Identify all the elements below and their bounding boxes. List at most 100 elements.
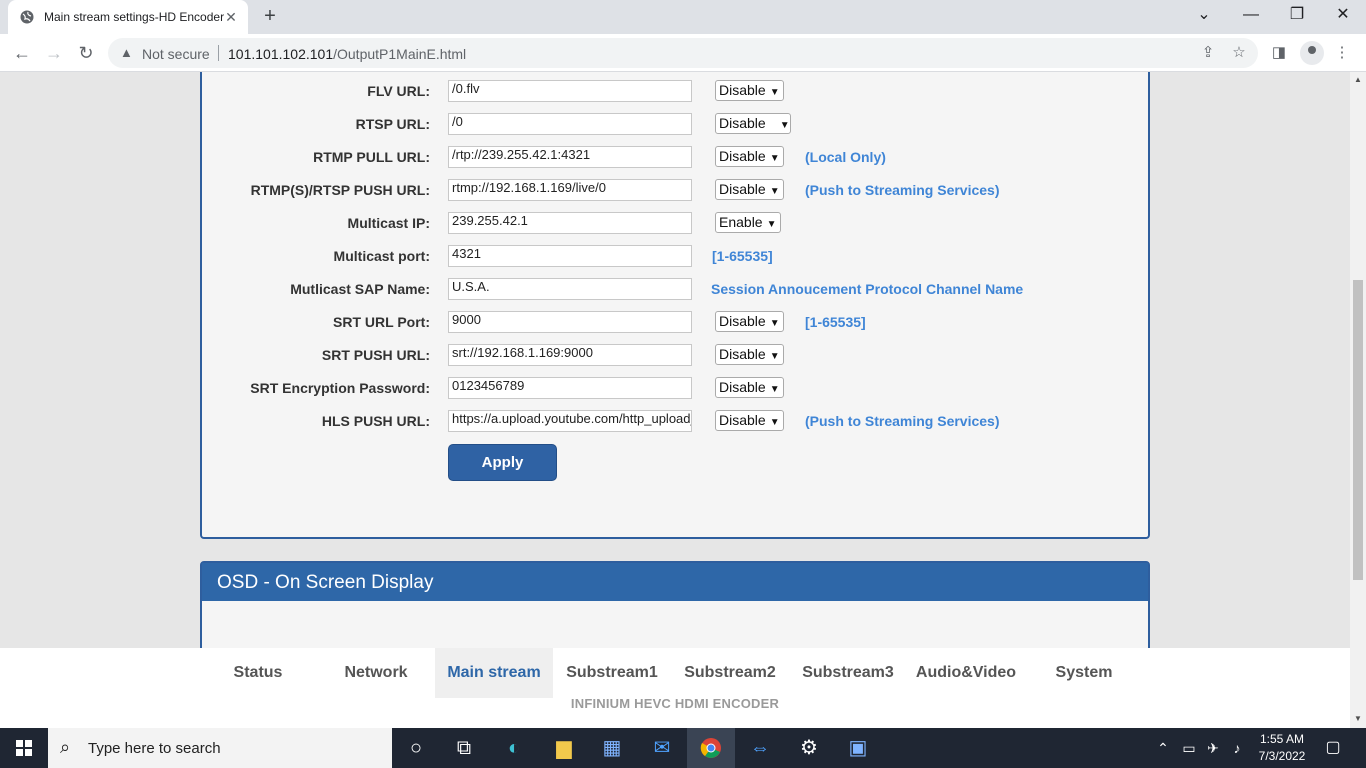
windows-logo-icon — [16, 740, 32, 756]
srt-push-url-select-value: Disable — [719, 346, 766, 362]
address-bar[interactable]: ▲ Not secure 101.101.102.101/OutputP1Mai… — [108, 38, 1258, 68]
tab-search-chevron-icon[interactable]: ⌄ — [1181, 0, 1227, 30]
store-icon[interactable]: ▦ — [588, 728, 636, 768]
rtmp-push-url-select-value: Disable — [719, 181, 766, 197]
nav-network[interactable]: Network — [317, 648, 435, 698]
cortana-icon[interactable]: ○ — [392, 728, 440, 768]
srt-push-url-select[interactable]: Disable ▼ — [715, 344, 784, 365]
multicast-ip-select[interactable]: Enable ▼ — [715, 212, 781, 233]
srt-password-select-value: Disable — [719, 379, 766, 395]
multicast-ip-label: Multicast IP: — [347, 215, 430, 231]
nav-main-stream[interactable]: Main stream — [435, 648, 553, 698]
hls-push-url-select-value: Disable — [719, 412, 766, 428]
side-panel-icon[interactable]: ◨ — [1269, 43, 1289, 63]
system-clock[interactable]: 1:55 AM 7/3/2022 — [1252, 731, 1312, 765]
browser-tab[interactable]: Main stream settings-HD Encoder ✕ — [8, 0, 248, 34]
chevron-down-icon: ▼ — [766, 219, 777, 230]
nav-substream2[interactable]: Substream2 — [671, 648, 789, 698]
multicast-ip-select-value: Enable — [719, 214, 763, 230]
url-path: /OutputP1MainE.html — [333, 46, 467, 62]
rtmp-pull-url-select[interactable]: Disable ▼ — [715, 146, 784, 167]
url-host: 101.101.102.101 — [228, 46, 334, 62]
multicast-port-input[interactable]: 4321 — [448, 245, 692, 267]
flv-url-input[interactable]: /0.flv — [448, 80, 692, 102]
srt-push-url-row: SRT PUSH URL: srt://192.168.1.169:9000 D… — [202, 344, 1152, 366]
restore-button[interactable]: ❐ — [1274, 0, 1320, 30]
chrome-logo — [700, 738, 721, 758]
hls-push-url-hint: (Push to Streaming Services) — [805, 413, 1000, 429]
rtsp-url-input[interactable]: /0 — [448, 113, 692, 135]
globe-icon — [20, 10, 34, 24]
tray-chevron-up-icon[interactable]: ⌃ — [1152, 728, 1174, 768]
srt-url-port-label: SRT URL Port: — [333, 314, 430, 330]
nav-status[interactable]: Status — [199, 648, 317, 698]
rtsp-url-select-value: Disable — [719, 115, 766, 131]
page-viewport: FLV URL: /0.flv Disable ▼ RTSP URL: /0 Di… — [0, 72, 1350, 728]
task-view-icon[interactable]: ⧉ — [440, 728, 488, 768]
minimize-button[interactable]: — — [1228, 0, 1274, 30]
srt-password-select[interactable]: Disable ▼ — [715, 377, 784, 398]
srt-password-label: SRT Encryption Password: — [250, 380, 430, 396]
flv-url-row: FLV URL: /0.flv Disable ▼ — [202, 80, 1152, 102]
search-icon: ⌕ — [60, 737, 71, 757]
scroll-down-arrow-icon[interactable]: ▼ — [1353, 714, 1363, 723]
flv-url-select[interactable]: Disable ▼ — [715, 80, 784, 101]
srt-password-input[interactable]: 0123456789 — [448, 377, 692, 399]
teamviewer-icon[interactable]: ⇔ — [736, 728, 784, 768]
srt-url-port-hint: [1-65535] — [805, 314, 866, 330]
multicast-sap-name-input[interactable]: U.S.A. — [448, 278, 692, 300]
notifications-icon[interactable]: ▢ — [1320, 728, 1346, 768]
bookmark-star-icon[interactable]: ☆ — [1229, 43, 1249, 63]
close-window-button[interactable]: ✕ — [1320, 0, 1366, 30]
hls-push-url-input[interactable]: https://a.upload.youtube.com/http_upload… — [448, 410, 692, 432]
url-text[interactable]: 101.101.102.101/OutputP1MainE.html — [228, 46, 466, 62]
scroll-up-arrow-icon[interactable]: ▲ — [1353, 75, 1363, 84]
rtsp-url-select[interactable]: Disable ▼ — [715, 113, 791, 134]
multicast-sap-name-label: Mutlicast SAP Name: — [290, 281, 430, 297]
rtmp-push-url-label: RTMP(S)/RTSP PUSH URL: — [250, 182, 430, 198]
scrollbar-thumb[interactable] — [1353, 280, 1363, 580]
hls-push-url-select[interactable]: Disable ▼ — [715, 410, 784, 431]
close-tab-icon[interactable]: ✕ — [222, 8, 240, 26]
chevron-down-icon: ▼ — [769, 417, 780, 428]
airplane-icon[interactable]: ✈ — [1202, 728, 1224, 768]
nav-system[interactable]: System — [1025, 648, 1143, 698]
new-tab-button[interactable]: + — [258, 5, 282, 29]
srt-push-url-input[interactable]: srt://192.168.1.169:9000 — [448, 344, 692, 366]
profile-avatar[interactable] — [1300, 41, 1324, 65]
remote-desktop-icon[interactable]: ▣ — [834, 728, 882, 768]
srt-url-port-input[interactable]: 9000 — [448, 311, 692, 333]
page-scrollbar[interactable]: ▲ ▼ — [1350, 72, 1366, 728]
apply-button[interactable]: Apply — [448, 444, 557, 481]
taskbar-search[interactable]: ⌕ Type here to search — [48, 728, 392, 768]
rtmp-pull-url-label: RTMP PULL URL: — [313, 149, 430, 165]
back-arrow-icon[interactable]: ← — [10, 41, 34, 65]
srt-url-port-select[interactable]: Disable ▼ — [715, 311, 784, 332]
multicast-ip-input[interactable]: 239.255.42.1 — [448, 212, 692, 234]
stream-settings-panel: FLV URL: /0.flv Disable ▼ RTSP URL: /0 Di… — [200, 72, 1150, 539]
rtmp-pull-url-input[interactable]: /rtp://239.255.42.1:4321 — [448, 146, 692, 168]
mail-icon[interactable]: ✉ — [638, 728, 686, 768]
nav-substream3[interactable]: Substream3 — [789, 648, 907, 698]
nav-audio-video[interactable]: Audio&Video — [907, 648, 1025, 698]
rtmp-push-url-input[interactable]: rtmp://192.168.1.169/live/0 — [448, 179, 692, 201]
start-button[interactable] — [0, 728, 48, 768]
chrome-icon[interactable] — [687, 728, 735, 768]
multicast-port-hint: [1-65535] — [712, 248, 773, 264]
rtmp-push-url-select[interactable]: Disable ▼ — [715, 179, 784, 200]
forward-arrow-icon[interactable]: → — [42, 41, 66, 65]
settings-gear-icon[interactable]: ⚙ — [785, 728, 833, 768]
file-explorer-icon[interactable]: ▆ — [540, 728, 588, 768]
hls-push-url-label: HLS PUSH URL: — [321, 413, 430, 429]
more-menu-icon[interactable]: ⋮ — [1332, 43, 1352, 63]
edge-icon[interactable]: ◐ — [490, 728, 538, 768]
nav-substream1[interactable]: Substream1 — [553, 648, 671, 698]
rtmp-push-url-row: RTMP(S)/RTSP PUSH URL: rtmp://192.168.1.… — [202, 179, 1152, 201]
not-secure-label: Not secure — [142, 46, 210, 62]
reload-icon[interactable]: ↻ — [74, 41, 98, 65]
taskbar-search-placeholder: Type here to search — [88, 740, 221, 757]
battery-icon[interactable]: ▭ — [1178, 728, 1200, 768]
multicast-ip-row: Multicast IP: 239.255.42.1 Enable ▼ — [202, 212, 1152, 234]
volume-icon[interactable]: ♪ — [1226, 728, 1248, 768]
share-icon[interactable]: ⇪ — [1198, 43, 1218, 63]
